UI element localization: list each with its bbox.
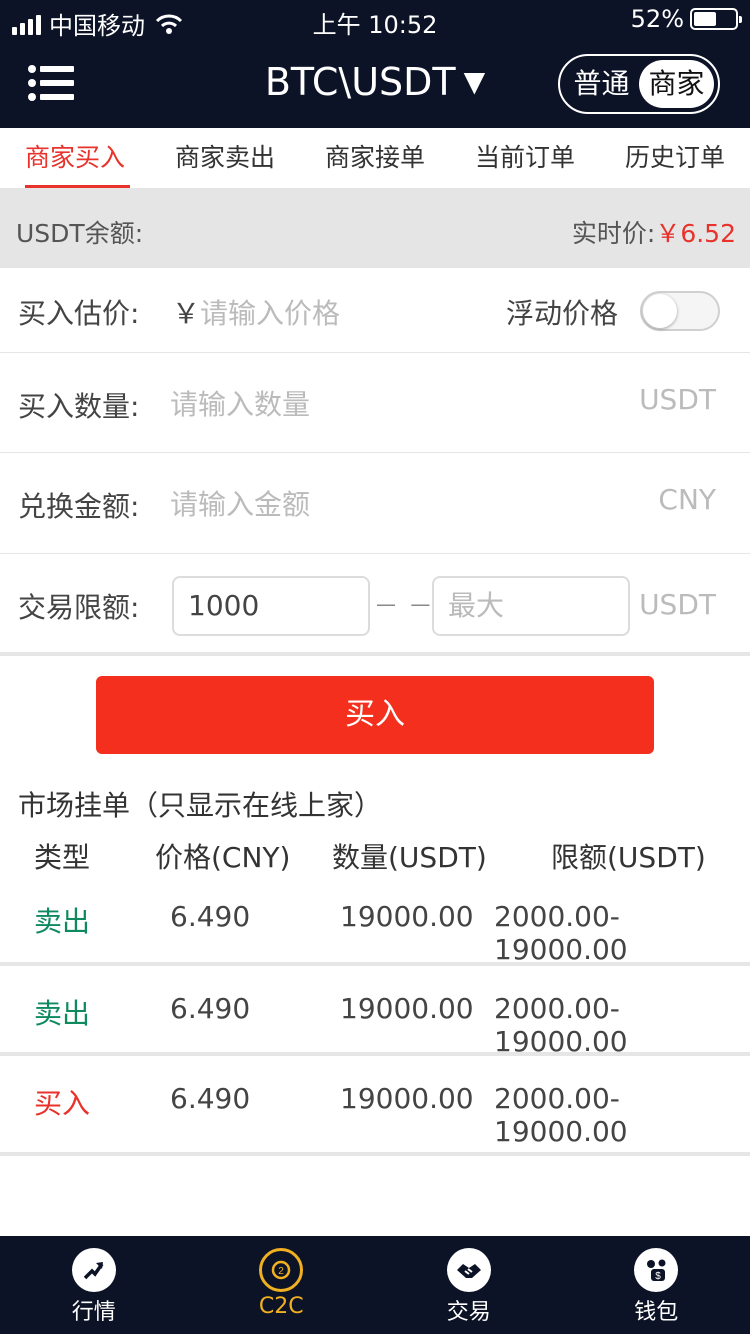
float-price-toggle[interactable] [640,291,720,331]
table-row[interactable]: 卖出 6.490 19000.00 2000.00-19000.00 [0,876,750,966]
quantity-input[interactable]: 请输入数量 [170,383,310,423]
limit-label: 交易限额: [18,591,140,624]
nav-bar: BTC\USDT ▼ 普通 商家 [0,40,750,128]
nav-label-market: 行情 [71,1300,116,1325]
row-price: 6.490 [170,1082,251,1115]
tab-merchant-sell[interactable]: 商家卖出 [150,128,300,188]
realtime-price-label: 实时价: [571,219,656,248]
nav-label-c2c: C2C [258,1294,304,1319]
tab-merchant-accept[interactable]: 商家接单 [300,128,450,188]
mode-toggle[interactable]: 普通 商家 [558,54,720,114]
range-separator: — — [376,592,435,616]
table-row[interactable]: 卖出 6.490 19000.00 2000.00-19000.00 [0,966,750,1058]
row-price: 6.490 [170,900,251,933]
balance-bar: USDT余额: 实时价:￥6.52 [0,188,750,268]
nav-item-trade[interactable]: 交易 [375,1236,563,1334]
quantity-row: 买入数量: 请输入数量 USDT [0,353,750,453]
nav-item-market[interactable]: 行情 [0,1236,188,1334]
toggle-knob [643,294,677,328]
battery-percent: 52% [630,5,684,33]
tab-current-orders[interactable]: 当前订单 [450,128,600,188]
tab-merchant-buy[interactable]: 商家买入 [0,128,150,188]
row-limit: 2000.00-19000.00 [494,900,628,966]
usdt-balance-label: USDT余额: [16,219,144,248]
realtime-price: 实时价:￥6.52 [572,214,736,250]
chevron-down-icon: ▼ [463,65,486,98]
table-row[interactable]: 买入 6.490 19000.00 2000.00-19000.00 [0,1056,750,1156]
quantity-unit: USDT [639,383,716,416]
row-limit: 2000.00-19000.00 [494,992,628,1058]
nav-label-wallet: 钱包 [634,1300,679,1325]
row-limit: 2000.00-19000.00 [494,1082,628,1148]
status-right: 52% [630,5,742,33]
c2c-coin-icon: 2 [259,1248,304,1292]
battery-icon [690,8,742,30]
mode-normal-option[interactable]: 普通 [564,60,639,108]
header-quantity: 数量(USDT) [332,841,487,874]
limit-max-input[interactable]: 最大 [432,576,630,636]
header-price: 价格(CNY) [155,841,291,874]
limit-unit: USDT [639,588,716,621]
header-type: 类型 [34,841,91,874]
limit-row: 交易限额: 1000 — — 最大 USDT [0,554,750,652]
row-quantity: 19000.00 [340,1082,474,1115]
trend-arrow-icon [71,1248,116,1292]
svg-text:$: $ [655,1271,661,1282]
nav-item-wallet[interactable]: $ 钱包 [563,1236,750,1334]
amount-row: 兑换金额: 请输入金额 CNY [0,453,750,554]
estimate-label: 买入估价: [18,297,140,330]
section-divider [0,652,750,656]
merchant-tabs: 商家买入 商家卖出 商家接单 当前订单 历史订单 [0,128,750,188]
realtime-price-value: ￥6.52 [655,219,736,248]
float-price-label: 浮动价格 [506,297,619,330]
quantity-label: 买入数量: [18,390,140,423]
market-title: 市场挂单（只显示在线上家） [18,789,383,822]
row-price: 6.490 [170,992,251,1025]
tab-history-orders[interactable]: 历史订单 [600,128,750,188]
pair-title: BTC\USDT [264,60,456,104]
limit-min-input[interactable]: 1000 [172,576,370,636]
estimate-row: 买入估价: ￥ 请输入价格 浮动价格 [0,268,750,353]
bottom-nav: 行情 2 C2C 交易 $ 钱包 [0,1236,750,1334]
amount-label: 兑换金额: [18,490,140,523]
currency-symbol: ￥ [172,297,201,330]
header-limit: 限额(USDT) [551,841,706,874]
row-type: 买入 [34,1087,91,1120]
row-type: 卖出 [34,997,91,1030]
row-quantity: 19000.00 [340,900,474,933]
amount-unit: CNY [658,483,716,516]
svg-text:2: 2 [278,1266,284,1277]
row-type: 卖出 [34,905,91,938]
amount-input[interactable]: 请输入金额 [170,483,310,523]
money-bag-icon: $ [634,1248,679,1292]
buy-button[interactable]: 买入 [96,676,654,754]
nav-label-trade: 交易 [446,1300,491,1325]
nav-item-c2c[interactable]: 2 C2C [188,1236,376,1334]
estimate-price-input[interactable]: 请输入价格 [200,292,340,332]
market-table-header: 类型 价格(CNY) 数量(USDT) 限额(USDT) [0,836,750,876]
status-bar: 中国移动 上午 10:52 52% [0,0,750,40]
mode-merchant-option[interactable]: 商家 [639,60,714,108]
handshake-icon [446,1248,491,1292]
row-quantity: 19000.00 [340,992,474,1025]
